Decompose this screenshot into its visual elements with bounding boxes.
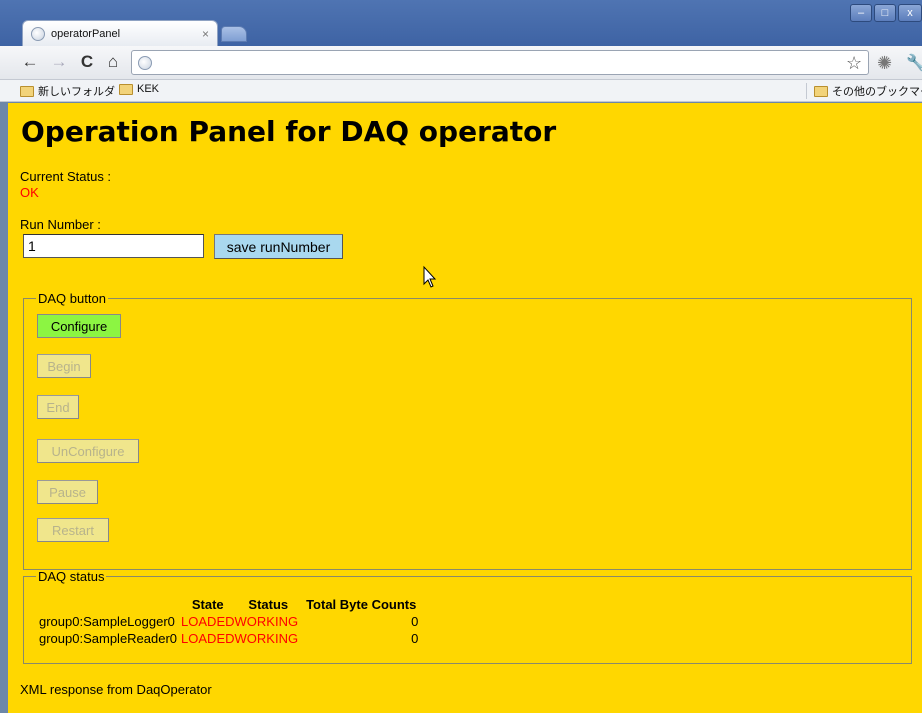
current-status-label: Current Status : [20, 169, 112, 184]
status-cell: WORKING [234, 631, 299, 646]
component-name: group0:SampleReader0 [39, 631, 178, 646]
byte-count-cell: 0 [411, 631, 419, 646]
state-cell: LOADED [181, 614, 235, 629]
byte-count-cell: 0 [411, 614, 419, 629]
minimize-button[interactable]: – [850, 4, 872, 22]
address-bar[interactable] [131, 50, 869, 75]
folder-icon [814, 85, 828, 97]
bookmark-separator [806, 83, 807, 99]
bookmark-folder-kek[interactable]: KEK [119, 83, 159, 95]
new-tab-button[interactable] [221, 26, 247, 42]
daq-status-table: State Status Total Byte Counts group0:Sa… [39, 597, 420, 647]
end-button[interactable]: End [37, 395, 79, 419]
close-button[interactable]: x [898, 4, 922, 22]
run-number-label: Run Number : [20, 217, 101, 232]
column-header: Status [248, 597, 289, 612]
column-header: Total Byte Counts [306, 597, 417, 612]
other-bookmarks[interactable]: その他のブックマーク [814, 83, 922, 99]
daq-button-legend: DAQ button [38, 291, 106, 306]
pause-button[interactable]: Pause [37, 480, 98, 504]
bookmark-label: KEK [137, 83, 160, 95]
folder-icon [119, 83, 133, 95]
bookmark-folder-new[interactable]: 新しいフォルダ [20, 83, 115, 99]
table-row: group0:SampleLogger0 LOADED WORKING 0 [39, 613, 420, 630]
daq-status-legend: DAQ status [38, 569, 105, 584]
daq-button-group: DAQ button [23, 291, 912, 570]
table-row: group0:SampleReader0 LOADED WORKING 0 [39, 630, 420, 647]
back-button[interactable]: ← [20, 52, 40, 72]
component-name: group0:SampleLogger0 [39, 614, 175, 629]
browser-toolbar: ← → C ⌂ ☆ ✺ 🔧 [0, 46, 922, 80]
column-header [39, 597, 181, 613]
wrench-menu-icon[interactable]: 🔧 [906, 53, 922, 73]
reload-button[interactable]: C [77, 52, 97, 72]
bookmarks-bar: 新しいフォルダ KEK その他のブックマーク [0, 80, 922, 102]
tab-title: operatorPanel [51, 27, 121, 40]
run-number-input[interactable] [23, 234, 204, 258]
globe-icon [31, 26, 45, 41]
page-content: Operation Panel for DAQ operator Current… [8, 103, 922, 713]
page-icon [138, 56, 152, 70]
unconfigure-button[interactable]: UnConfigure [37, 439, 139, 463]
folder-icon [20, 85, 34, 97]
column-header: State [191, 597, 224, 612]
page-title: Operation Panel for DAQ operator [21, 115, 557, 148]
bookmark-star-icon[interactable]: ☆ [846, 53, 862, 74]
table-header-row: State Status Total Byte Counts [39, 597, 420, 613]
configure-button[interactable]: Configure [37, 314, 121, 338]
browser-tab[interactable]: operatorPanel × [22, 20, 218, 46]
current-status-value: OK [20, 185, 39, 200]
extension-gear-icon[interactable]: ✺ [877, 53, 892, 74]
restart-button[interactable]: Restart [37, 518, 109, 542]
close-tab-icon[interactable]: × [202, 27, 209, 41]
bookmark-label: 新しいフォルダ [38, 86, 115, 98]
status-cell: WORKING [234, 614, 299, 629]
forward-button[interactable]: → [49, 52, 69, 72]
window-controls: – □ x [850, 4, 922, 22]
mouse-cursor-icon [423, 265, 437, 288]
state-cell: LOADED [181, 631, 235, 646]
begin-button[interactable]: Begin [37, 354, 91, 378]
browser-titlebar: operatorPanel × – □ x [0, 0, 922, 46]
xml-response-note: XML response from DaqOperator [20, 682, 212, 697]
save-runnumber-button[interactable]: save runNumber [214, 234, 343, 259]
other-bookmarks-label: その他のブックマーク [832, 86, 922, 98]
maximize-button[interactable]: □ [874, 4, 896, 22]
home-button[interactable]: ⌂ [103, 52, 123, 72]
